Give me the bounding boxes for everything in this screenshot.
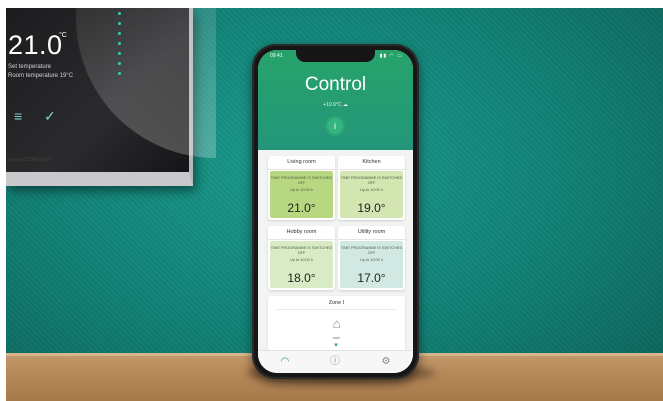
tab-control[interactable]: ◠ (278, 355, 292, 369)
info-icon: ⓘ (330, 356, 340, 367)
room-temperature: 19.0° (357, 201, 386, 215)
status-time: 09:41 (270, 53, 283, 59)
thermostat-swoosh (76, 8, 216, 158)
thermostat-unit: °C (59, 32, 67, 39)
room-card-utility-room[interactable]: Utility room TIME PROGRAMME IS SWITCHED … (338, 226, 405, 290)
status-icons: ▮▮ ◠ ▭ (379, 53, 403, 59)
room-status-until: Up to 10:00 h (360, 188, 383, 192)
room-status-until: Up to 10:00 h (290, 258, 313, 262)
room-status-panel: TIME PROGRAMME IS SWITCHED OFF Up to 10:… (340, 241, 403, 288)
control-icon: ◠ (280, 356, 290, 367)
thermostat-temperature: 21.0 (8, 30, 63, 60)
room-status-panel: TIME PROGRAMME IS SWITCHED OFF Up to 10:… (270, 171, 333, 218)
room-name: Hobby room (268, 226, 335, 240)
room-status-until: Up to 10:00 h (360, 258, 383, 262)
smartphone: 09:41 ▮▮ ◠ ▭ Control +10.9°C ☁ i Living … (252, 44, 419, 379)
house-icon: ⌂ (332, 316, 341, 331)
room-card-kitchen[interactable]: Kitchen TIME PROGRAMME IS SWITCHED OFF U… (338, 156, 405, 220)
tab-bar: ◠ ⓘ ⚙ (258, 350, 413, 373)
info-button[interactable]: i (327, 118, 343, 134)
app-header: 09:41 ▮▮ ◠ ▭ Control +10.9°C ☁ i (258, 50, 413, 150)
room-status-message: TIME PROGRAMME IS SWITCHED OFF (340, 176, 403, 185)
menu-icon: ≡ (14, 108, 23, 124)
page-title: Control (304, 74, 367, 95)
tab-settings[interactable]: ⚙ (379, 355, 393, 369)
zone-mode: auto (332, 335, 341, 340)
room-status-message: TIME PROGRAMME IS SWITCHED OFF (270, 176, 333, 185)
thermostat-label-set: Set temperature (8, 64, 52, 70)
outdoor-temperature: +10.9°C ☁ (323, 102, 348, 108)
room-card-living-room[interactable]: Living room TIME PROGRAMME IS SWITCHED O… (268, 156, 335, 220)
chevron-down-icon[interactable]: ▾ (330, 342, 342, 349)
room-temperature: 18.0° (287, 271, 316, 285)
zone-divider (276, 309, 397, 310)
thermostat-label-room: Room temperature 19°C (8, 73, 74, 79)
tab-info[interactable]: ⓘ (328, 355, 342, 369)
zone-card[interactable]: Zone I ⌂ auto ▾ (268, 296, 405, 352)
check-icon: ✓ (44, 108, 56, 124)
phone-notch (296, 50, 375, 62)
thermostat-level-indicator (118, 12, 122, 82)
app-screen: 09:41 ▮▮ ◠ ▭ Control +10.9°C ☁ i Living … (258, 50, 413, 373)
room-name: Kitchen (338, 156, 405, 170)
room-name: Utility room (338, 226, 405, 240)
room-status-message: TIME PROGRAMME IS SWITCHED OFF (270, 246, 333, 255)
room-status-message: TIME PROGRAMME IS SWITCHED OFF (340, 246, 403, 255)
room-status-panel: TIME PROGRAMME IS SWITCHED OFF Up to 10:… (340, 171, 403, 218)
room-card-hobby-room[interactable]: Hobby room TIME PROGRAMME IS SWITCHED OF… (268, 226, 335, 290)
room-status-until: Up to 10:00 h (290, 188, 313, 192)
room-name: Living room (268, 156, 335, 170)
room-temperature: 17.0° (357, 271, 386, 285)
room-temperature: 21.0° (287, 201, 316, 215)
room-status-panel: TIME PROGRAMME IS SWITCHED OFF Up to 10:… (270, 241, 333, 288)
settings-icon: ⚙ (381, 356, 391, 367)
thermostat-brand: sensoCOMFORT (8, 157, 52, 163)
info-icon: i (334, 121, 336, 131)
wall-thermostat: 21.0 °C Set temperature Room temperature… (6, 8, 216, 186)
zone-name: Zone I (328, 300, 345, 306)
